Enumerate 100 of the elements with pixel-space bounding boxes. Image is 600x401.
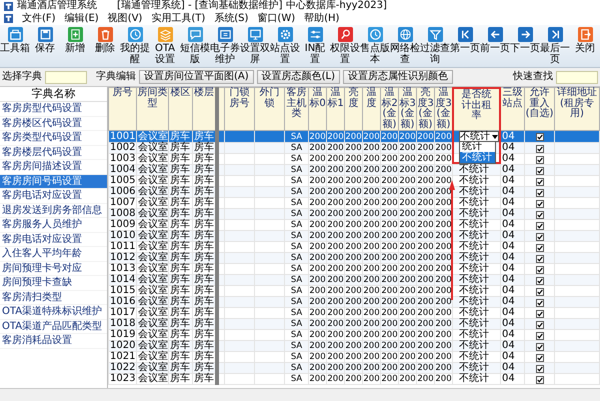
- search-field[interactable]: [556, 70, 598, 84]
- table-cell: 04: [502, 208, 515, 219]
- sidebar-item[interactable]: 客房清扫类型: [0, 290, 107, 305]
- toolbar-button[interactable]: 权限设置: [330, 27, 360, 65]
- sidebar-item[interactable]: OTA渠道特殊标识维护: [0, 305, 107, 320]
- dropdown-option[interactable]: 不统计: [460, 152, 495, 163]
- checkbox[interactable]: [536, 354, 544, 362]
- table-cell: 200: [309, 176, 326, 186]
- table-row[interactable]: 1010 会议室 房车 房车 SA 200 200 200 200 200 200 200 200 不统计 04: [108, 230, 600, 242]
- checkbox[interactable]: [536, 266, 544, 274]
- sidebar-item[interactable]: 客房楼层代码设置: [0, 146, 107, 160]
- field-label: 选择字典: [2, 71, 42, 83]
- sidebar-item[interactable]: 客房服务人员维护: [0, 218, 107, 232]
- toolbar-button[interactable]: 过滤查询: [420, 27, 450, 65]
- checkbox[interactable]: [536, 166, 544, 174]
- table-cell: 200: [363, 363, 380, 373]
- toolbar-button[interactable]: 删除: [90, 27, 120, 65]
- toolbar-button[interactable]: 短信模版: [180, 27, 210, 65]
- sidebar-item[interactable]: 客房房间号码设置: [0, 174, 107, 189]
- toolbar-button[interactable]: 电子券维护: [210, 27, 240, 65]
- table-cell: 房车: [194, 373, 214, 384]
- toolbar-button[interactable]: 前一页: [480, 27, 510, 65]
- toolbar-button[interactable]: IN配置: [300, 27, 330, 65]
- sidebar-item[interactable]: 客房电话对应设置: [0, 232, 107, 247]
- checkbox[interactable]: [536, 188, 544, 196]
- checkbox[interactable]: [536, 156, 544, 164]
- sidebar-item[interactable]: 客房消耗品设置: [0, 334, 107, 348]
- checkbox[interactable]: [536, 133, 544, 141]
- table-cell: 房车: [170, 307, 190, 318]
- toolbar-button[interactable]: 设置双屏: [240, 27, 270, 65]
- checkbox[interactable]: [536, 310, 544, 318]
- sidebar-item[interactable]: 房间预理卡号对应: [0, 262, 107, 276]
- table-cell: 1023: [110, 373, 136, 384]
- checkbox[interactable]: [536, 332, 544, 340]
- table-cell: 房车: [194, 307, 214, 318]
- checkbox[interactable]: [536, 288, 544, 296]
- sidebar-item[interactable]: 客房房型代码设置: [0, 102, 107, 116]
- table-row[interactable]: 1012 会议室 房车 房车 SA 200 200 200 200 200 200 200 200 不统计 04: [108, 252, 600, 264]
- toolbar-button[interactable]: 工具箱: [0, 27, 30, 65]
- toolbar-button[interactable]: 网络检查: [390, 27, 420, 65]
- menu-item[interactable]: 帮助(H): [304, 12, 340, 25]
- checkbox[interactable]: [536, 210, 544, 218]
- sidebar-item[interactable]: 入住客人平均年龄: [0, 247, 107, 262]
- toolbar-button[interactable]: 站点设置: [270, 27, 300, 65]
- toolbar-button[interactable]: 售点版本: [360, 27, 390, 65]
- toolbar-button[interactable]: 设置房间位置平面图(A): [139, 70, 254, 84]
- sidebar-item[interactable]: 客房楼区代码设置: [0, 116, 107, 131]
- menu-item[interactable]: 实用工具(T): [151, 12, 206, 25]
- table-cell: 04: [502, 164, 515, 175]
- toolbar-button[interactable]: OTA设置: [150, 27, 180, 65]
- table-cell: 200: [327, 220, 344, 230]
- checkbox[interactable]: [536, 364, 544, 372]
- menu-item[interactable]: 系统(S): [214, 12, 248, 25]
- table-row[interactable]: 1016 会议室 房车 房车 SA 200 200 200 200 200 200 200 200 不统计 04: [108, 296, 600, 308]
- toolbar-button[interactable]: 我的提醒: [120, 27, 150, 65]
- table-row[interactable]: 1008 会议室 房车 房车 SA 200 200 200 200 200 200 200 200 不统计 04: [108, 208, 600, 220]
- sidebar-item[interactable]: OTA渠道产品匹配类型: [0, 320, 107, 334]
- toolbar-button[interactable]: 下一页: [510, 27, 540, 65]
- table-row[interactable]: 1014 会议室 房车 房车 SA 200 200 200 200 200 200 200 200 不统计 04: [108, 274, 600, 286]
- toolbar-button[interactable]: 设置房态属性识别颜色: [343, 70, 454, 84]
- toolbar-button[interactable]: 设置房态颜色(L): [256, 70, 340, 84]
- checkbox[interactable]: [536, 178, 544, 186]
- menu-item[interactable]: 文件(F): [22, 12, 56, 25]
- sidebar-item[interactable]: 房间预理卡查缺: [0, 276, 107, 290]
- checkbox[interactable]: [536, 144, 544, 152]
- table-row[interactable]: 1018 会议室 房车 房车 SA 200 200 200 200 200 200 200 200 不统计 04: [108, 318, 600, 330]
- toolbar-button[interactable]: 关闭: [570, 27, 600, 65]
- toolbar-button[interactable]: 第一页: [450, 27, 480, 65]
- menu-item[interactable]: 视图(V): [108, 12, 142, 25]
- checkbox[interactable]: [536, 232, 544, 240]
- checkbox[interactable]: [536, 298, 544, 306]
- checkbox[interactable]: [536, 276, 544, 284]
- table-row[interactable]: 1004 会议室 房车 房车 SA 200 200 200 200 200 200 200 200 不统计 04: [108, 164, 600, 176]
- checkbox[interactable]: [536, 342, 544, 350]
- checkbox[interactable]: [536, 222, 544, 230]
- checkbox[interactable]: [536, 244, 544, 252]
- checkbox[interactable]: [536, 254, 544, 262]
- checkbox[interactable]: [536, 200, 544, 208]
- menu-item[interactable]: 编辑(E): [64, 12, 99, 25]
- dropdown[interactable]: 不统计: [459, 131, 499, 142]
- checkbox[interactable]: [536, 376, 544, 384]
- checkbox[interactable]: [536, 320, 544, 328]
- toolbar-button[interactable]: 新增: [60, 27, 90, 65]
- toolbar-button[interactable]: 最后一页: [540, 27, 570, 65]
- toolbar-button[interactable]: 保存: [30, 27, 60, 65]
- menu-item[interactable]: 窗口(W): [257, 12, 296, 25]
- table-cell: 不统计: [459, 164, 489, 175]
- table-cell: 200: [435, 308, 452, 318]
- dictionary-field[interactable]: [45, 70, 87, 84]
- sidebar-item[interactable]: 退房发送到房务部信息: [0, 204, 107, 218]
- table-cell: 200: [399, 176, 416, 186]
- sidebar-item[interactable]: 客房电话对应设置: [0, 189, 107, 204]
- table-cell: 200: [399, 308, 416, 318]
- column-header: 温度3(金额): [435, 87, 452, 130]
- table-row[interactable]: 1006 会议室 房车 房车 SA 200 200 200 200 200 200 200 200 不统计 04: [108, 186, 600, 198]
- table-row[interactable]: 1022 会议室 房车 房车 SA 200 200 200 200 200 200 200 200 不统计 04: [108, 362, 600, 374]
- table-cell: 04: [502, 252, 515, 263]
- table-cell: 房车: [194, 318, 214, 329]
- sidebar-item[interactable]: 客房类型代码设置: [0, 131, 107, 146]
- table-row[interactable]: 1020 会议室 房车 房车 SA 200 200 200 200 200 200 200 200 不统计 04: [108, 340, 600, 352]
